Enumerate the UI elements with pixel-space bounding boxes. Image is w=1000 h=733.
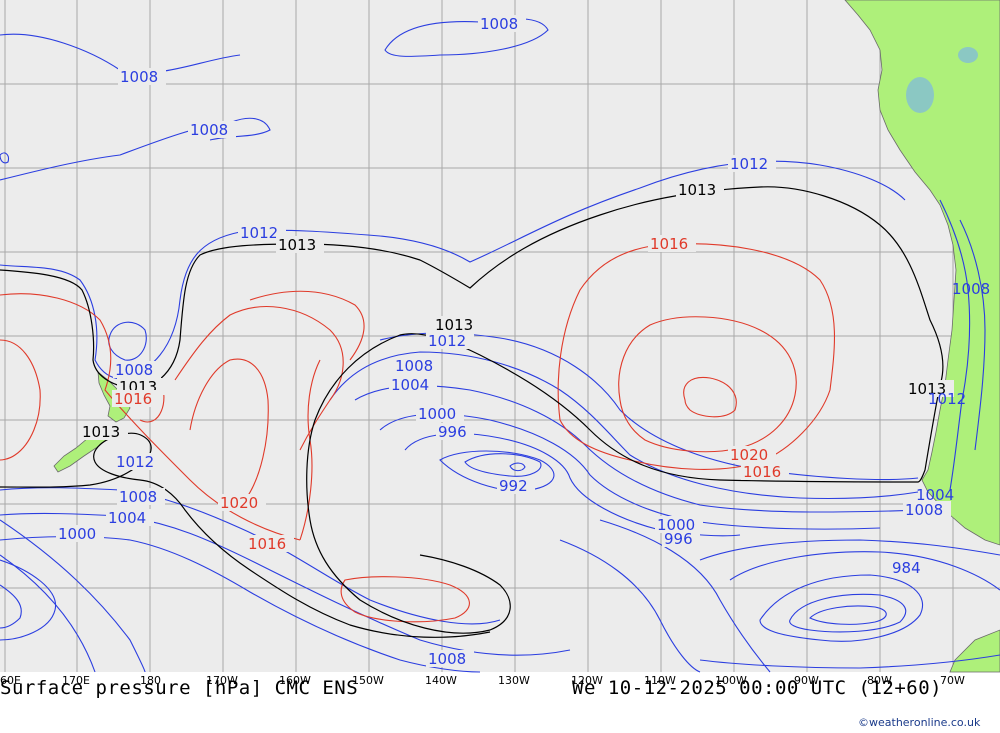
isobar-label-1008-nz: 1008 (115, 361, 153, 379)
isobar-label-1016-e: 1016 (743, 463, 781, 481)
pressure-map: 1008 1008 1008 1012 1013 1012 1013 1016 … (0, 0, 1000, 733)
isobar-label-1004-c: 1004 (391, 376, 429, 394)
isobar-label-1012-c: 1012 (428, 332, 466, 350)
isobar-label-1008-mid: 1008 (190, 121, 228, 139)
isobar-label-996-c: 996 (438, 423, 467, 441)
isobar-label-1008-nw: 1008 (120, 68, 158, 86)
map-container: 1008 1008 1008 1012 1013 1012 1013 1016 … (0, 0, 1000, 733)
isobar-label-1004-sw: 1004 (108, 509, 146, 527)
isobar-label-1000-sw: 1000 (58, 525, 96, 543)
isobar-label-1013-nz2: 1013 (82, 423, 120, 441)
isobar-label-1016-sw: 1016 (248, 535, 286, 553)
isobar-label-984-se: 984 (892, 559, 921, 577)
lon-label-130w: 130W (498, 674, 530, 687)
isobar-label-1008-sw: 1008 (119, 488, 157, 506)
isobar-label-1013-ne: 1013 (678, 181, 716, 199)
isobar-label-1012-nz2: 1012 (116, 453, 154, 471)
isobar-label-1008-top: 1008 (480, 15, 518, 33)
isobar-label-1016-ne: 1016 (650, 235, 688, 253)
isobar-label-1020-e: 1020 (730, 446, 768, 464)
credit-link[interactable]: ©weatheronline.co.uk (858, 716, 980, 729)
lon-label-140w: 140W (425, 674, 457, 687)
isobar-label-1016-nz: 1016 (114, 390, 152, 408)
isobar-label-1020-sw: 1020 (220, 494, 258, 512)
isobar-label-992-c: 992 (499, 477, 528, 495)
isobar-label-1013-w: 1013 (278, 236, 316, 254)
map-title: Surface pressure [hPa] CMC ENS (0, 677, 359, 699)
isobar-label-1008-chile2: 1008 (905, 501, 943, 519)
lon-label-70w: 70W (940, 674, 965, 687)
isobar-label-1012-ne: 1012 (730, 155, 768, 173)
isobar-label-1000-c: 1000 (418, 405, 456, 423)
isobar-label-1008-chile: 1008 (952, 280, 990, 298)
isobar-label-1012-w: 1012 (240, 224, 278, 242)
isobar-label-1008-bottom: 1008 (428, 650, 466, 668)
isobar-label-996-se: 996 (664, 530, 693, 548)
isobar-label-1012-chile: 1012 (928, 390, 966, 408)
isobar-label-1008-c: 1008 (395, 357, 433, 375)
valid-time: We 10-12-2025 00:00 UTC (12+60) (572, 677, 943, 699)
